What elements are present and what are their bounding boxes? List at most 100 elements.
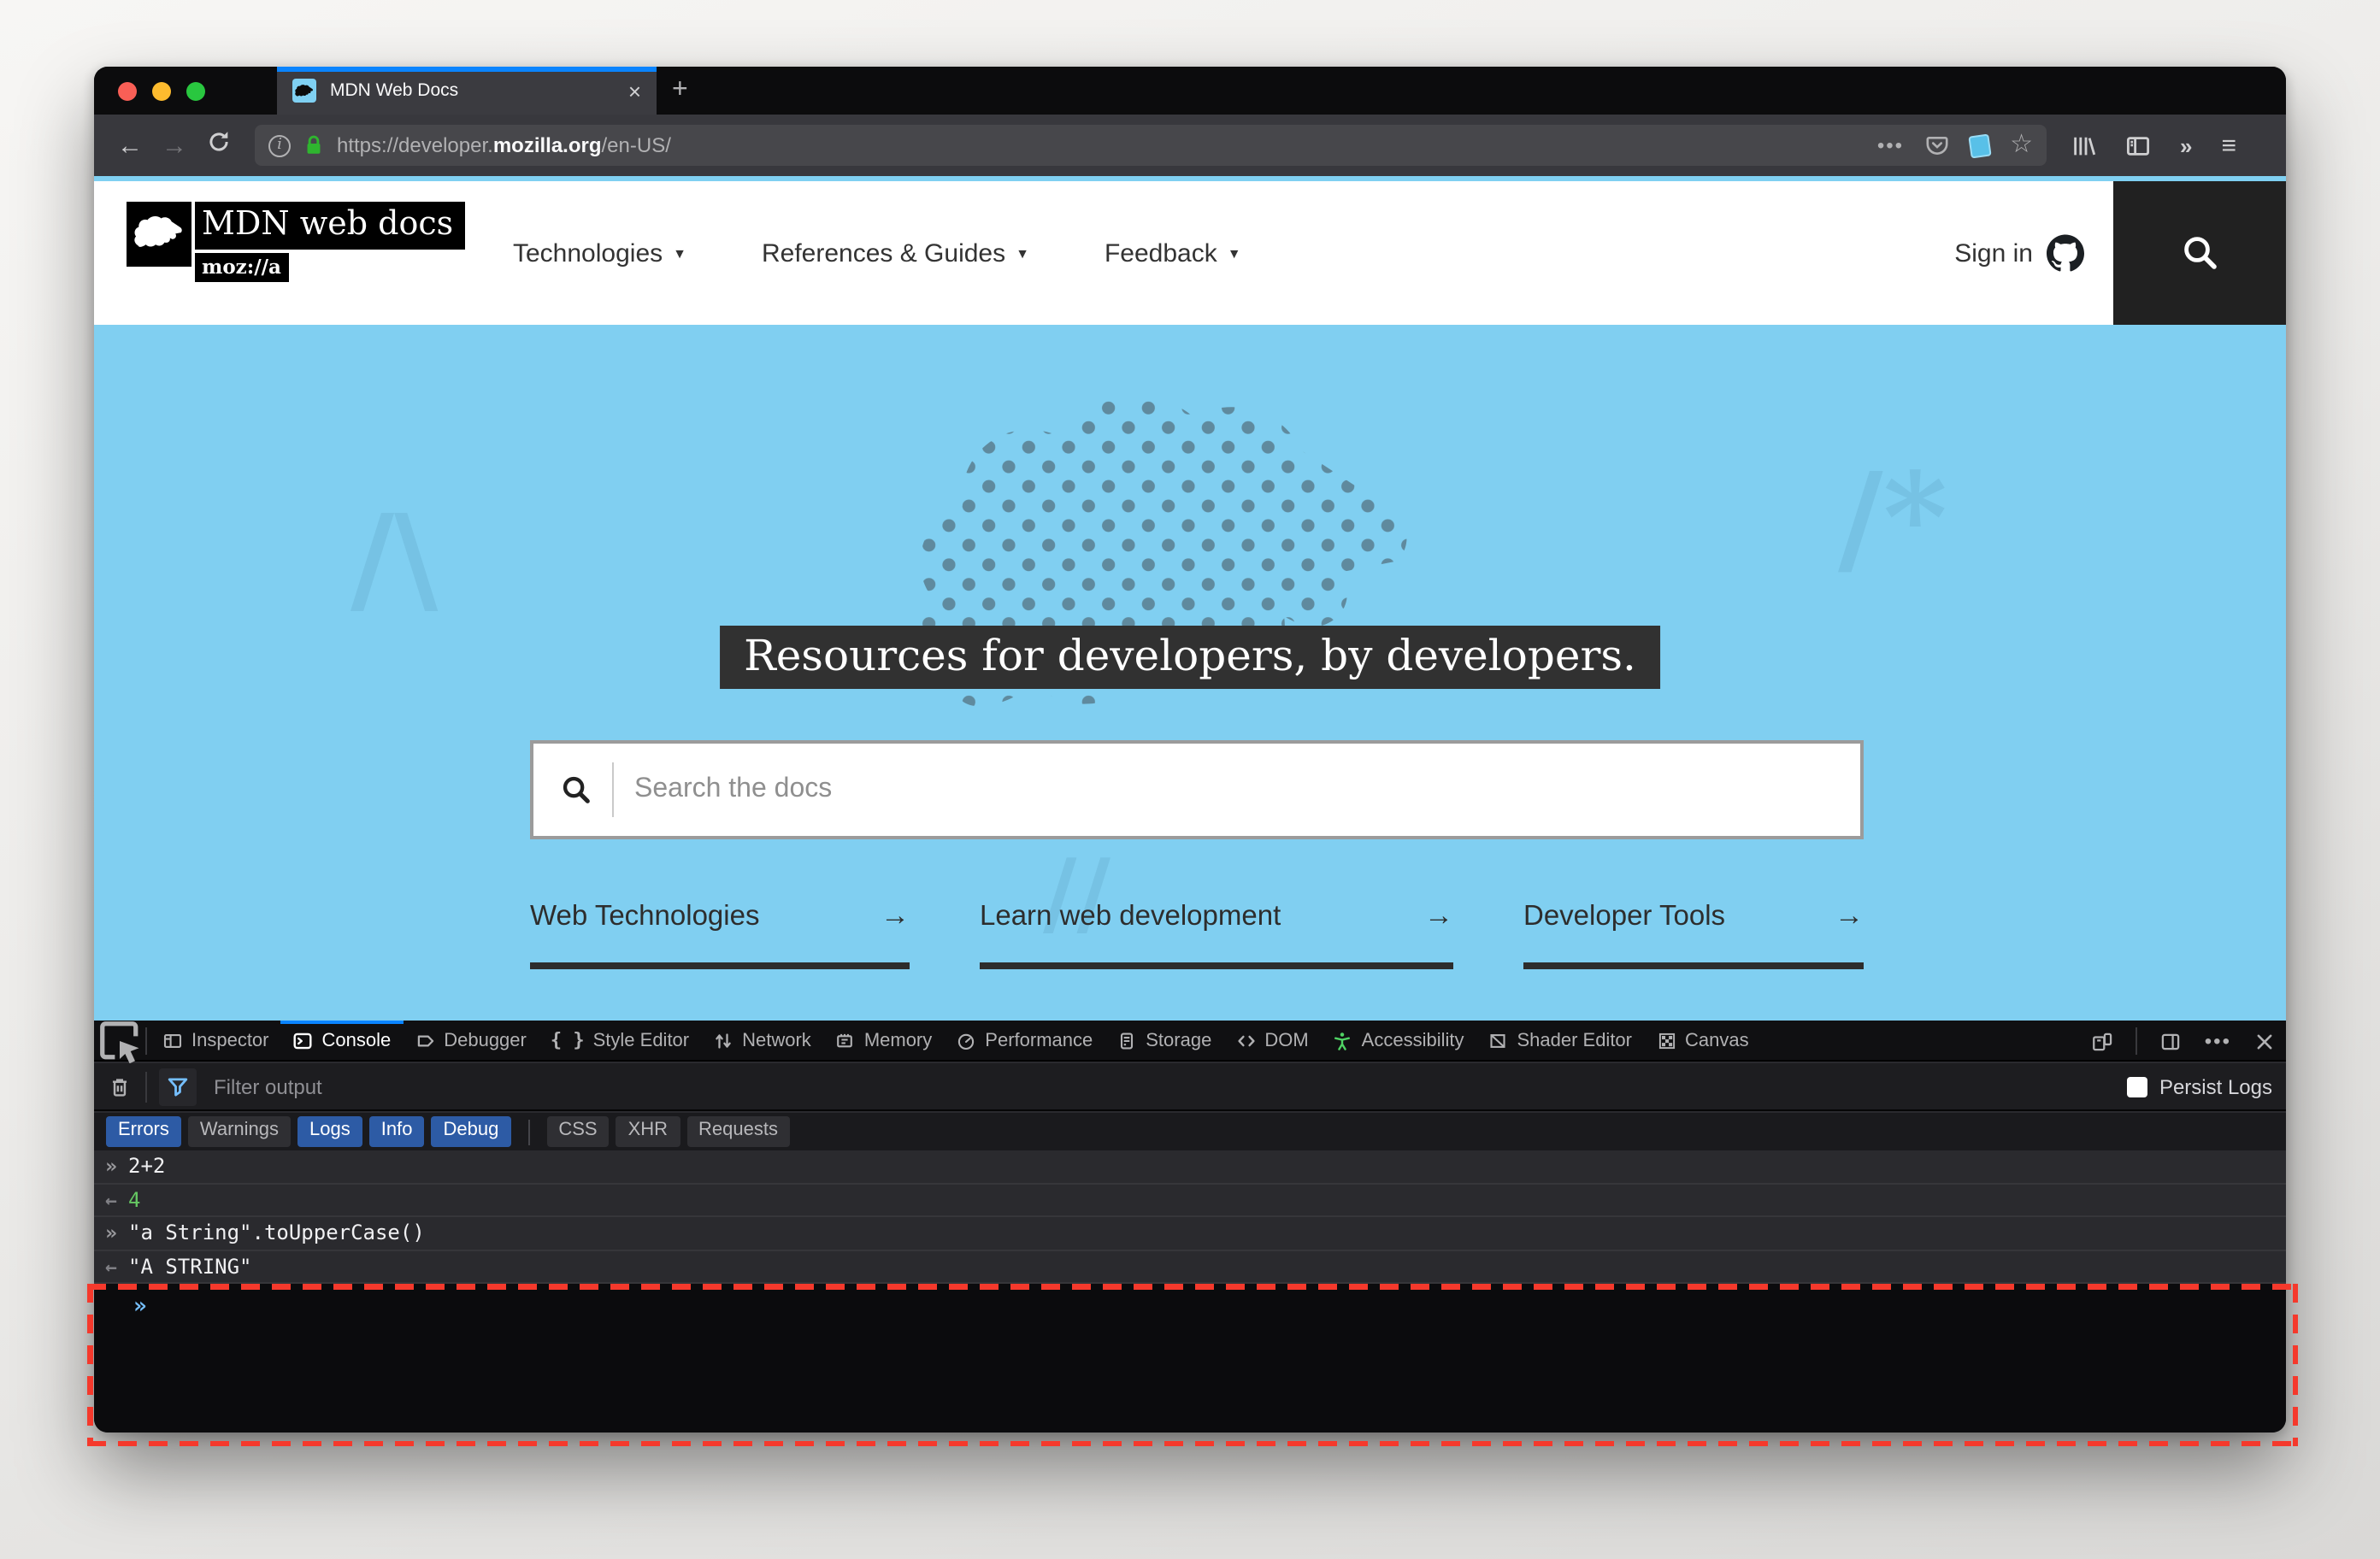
url-domain: mozilla.org [492, 133, 602, 157]
forward-icon[interactable]: → [152, 131, 197, 160]
zoom-window-button[interactable] [186, 81, 205, 100]
devtools-toolbar-actions: ••• [2092, 1021, 2276, 1062]
console-output: » 2+2 ← 4 » "a String".toUpperCase() ← "… [94, 1150, 2286, 1284]
console-filter-button[interactable]: Requests [686, 1116, 790, 1147]
console-row-text: 4 [128, 1187, 141, 1212]
tab-inspector[interactable]: Inspector [150, 1020, 281, 1061]
console-filter-button[interactable]: Errors [106, 1116, 181, 1147]
devtools-toolbar: Inspector Console Debugger { } Style Edi… [94, 1020, 2286, 1063]
console-filter-button[interactable]: Warnings [187, 1116, 292, 1147]
close-window-button[interactable] [118, 81, 137, 100]
console-row[interactable]: ← "A STRING" [94, 1250, 2286, 1284]
console-filter-buttons: Errors Warnings Logs Info Debug CSS XHR Reques… [94, 1113, 2286, 1152]
bookmark-star-icon[interactable]: ☆ [2010, 132, 2033, 157]
hero-link[interactable]: Learn web development → [980, 899, 1453, 969]
minimize-window-button[interactable] [152, 81, 171, 100]
responsive-design-icon[interactable] [2092, 1030, 2114, 1052]
mdn-favicon [292, 79, 316, 103]
tab-storage[interactable]: Storage [1105, 1020, 1223, 1061]
back-icon[interactable]: ← [108, 131, 152, 160]
pick-element-icon[interactable] [94, 1015, 145, 1066]
mdn-nav-item[interactable]: References & Guides ▼ [762, 238, 1029, 268]
hero-link[interactable]: Web Technologies → [530, 899, 910, 969]
chevron-down-icon: ▼ [1227, 245, 1241, 261]
console-row[interactable]: » "a String".toUpperCase() [94, 1217, 2286, 1250]
mdn-nav-item[interactable]: Feedback ▼ [1105, 238, 1241, 268]
console-row-prefix-icon: » [105, 1154, 117, 1179]
arrow-right-icon: → [1835, 899, 1864, 932]
tab-memory[interactable]: Memory [823, 1020, 944, 1061]
console-row-prefix-icon: » [105, 1221, 117, 1245]
docs-search-box[interactable] [530, 740, 1864, 839]
url-path: /en-US/ [601, 133, 671, 157]
sign-in[interactable]: Sign in [1954, 181, 2084, 325]
search-icon [2183, 237, 2216, 269]
mdn-nav: Technologies ▼ References & Guides ▼ Fee… [513, 181, 1241, 325]
dock-icon[interactable] [2160, 1030, 2183, 1052]
persist-logs-checkbox[interactable] [2126, 1076, 2147, 1097]
browser-tab[interactable]: MDN Web Docs × [277, 67, 657, 115]
tab-performance[interactable]: Performance [944, 1020, 1105, 1061]
console-filter-button[interactable]: XHR [616, 1116, 680, 1147]
console-filter-button[interactable]: CSS [546, 1116, 610, 1147]
new-tab-button[interactable]: + [672, 74, 688, 108]
desktop: MDN Web Docs × + ← → i https://developer… [0, 0, 2380, 1559]
filter-toggle-button[interactable] [159, 1068, 197, 1105]
console-row[interactable]: ← 4 [94, 1184, 2286, 1217]
library-icon[interactable] [2071, 132, 2096, 158]
url-actions: ••• ☆ [1877, 132, 2033, 158]
devtools-menu-icon[interactable]: ••• [2205, 1031, 2231, 1051]
sign-in-label: Sign in [1954, 238, 2033, 268]
console-input-area[interactable]: » [94, 1284, 2286, 1433]
devtools-panel: Inspector Console Debugger { } Style Edi… [94, 1020, 2286, 1433]
chevron-down-icon: ▼ [673, 245, 686, 261]
tab-dom[interactable]: DOM [1223, 1020, 1320, 1061]
console-row-prefix-icon: ← [105, 1187, 117, 1212]
braces-icon: { } [550, 1029, 585, 1051]
tab-accessibility[interactable]: Accessibility [1321, 1020, 1476, 1061]
console-filter-button[interactable]: Debug [431, 1116, 511, 1147]
mdn-dino-icon [127, 202, 191, 267]
page-actions-icon[interactable]: ••• [1877, 135, 1904, 156]
overflow-menu-icon[interactable]: » [2180, 132, 2192, 158]
filter-output-input[interactable] [214, 1074, 2127, 1098]
mdn-header: MDN web docs moz://a Technologies ▼ Refe… [94, 181, 2286, 325]
console-filter-button[interactable]: Info [368, 1116, 425, 1147]
console-filter-bar: Persist Logs [94, 1063, 2286, 1111]
mdn-nav-item[interactable]: Technologies ▼ [513, 238, 686, 268]
hero-title: Resources for developers, by developers. [720, 626, 1660, 689]
page-info-icon[interactable]: i [268, 134, 291, 156]
console-filter-button[interactable]: Logs [298, 1116, 362, 1147]
address-bar[interactable]: i https://developer.mozilla.org/en-US/ •… [255, 125, 2047, 166]
console-row-text: "a String".toUpperCase() [128, 1221, 425, 1245]
mdn-logo-title: MDN web docs [195, 202, 466, 250]
secure-lock-icon[interactable] [303, 133, 325, 157]
tab-canvas[interactable]: Canvas [1644, 1020, 1761, 1061]
console-row[interactable]: » 2+2 [94, 1150, 2286, 1184]
browser-window: MDN Web Docs × + ← → i https://developer… [94, 67, 2286, 1433]
tab-close-icon[interactable]: × [628, 79, 641, 102]
tab-shader-editor[interactable]: Shader Editor [1476, 1020, 1644, 1061]
devtools-close-icon[interactable] [2253, 1030, 2276, 1052]
docs-search-input[interactable] [634, 774, 1833, 805]
header-search-button[interactable] [2113, 181, 2286, 325]
hero-link[interactable]: Developer Tools → [1523, 899, 1864, 969]
persist-logs[interactable]: Persist Logs [2126, 1074, 2272, 1098]
url-text: https://developer.mozilla.org/en-US/ [337, 133, 1865, 157]
hamburger-menu-icon[interactable]: ≡ [2221, 131, 2236, 160]
console-row-text: 2+2 [128, 1154, 166, 1179]
devtools-tabs: Inspector Console Debugger { } Style Edi… [150, 1020, 1761, 1061]
tab-debugger[interactable]: Debugger [403, 1020, 539, 1061]
tab-style-editor[interactable]: { } Style Editor [539, 1020, 701, 1061]
pocket-icon[interactable] [1924, 133, 1948, 157]
sidebar-icon[interactable] [2125, 132, 2151, 158]
clear-console-icon[interactable] [108, 1074, 132, 1098]
tab-console[interactable]: Console [280, 1020, 404, 1061]
funnel-icon [168, 1077, 188, 1096]
extension-note-icon[interactable] [1967, 132, 1991, 158]
mdn-logo[interactable]: MDN web docs moz://a [127, 202, 466, 282]
reload-icon[interactable] [197, 130, 241, 161]
tab-strip: MDN Web Docs × + [94, 67, 2286, 115]
hero-section: /\ /* // Resources for developers, by de… [94, 325, 2286, 1021]
tab-network[interactable]: Network [701, 1020, 823, 1061]
